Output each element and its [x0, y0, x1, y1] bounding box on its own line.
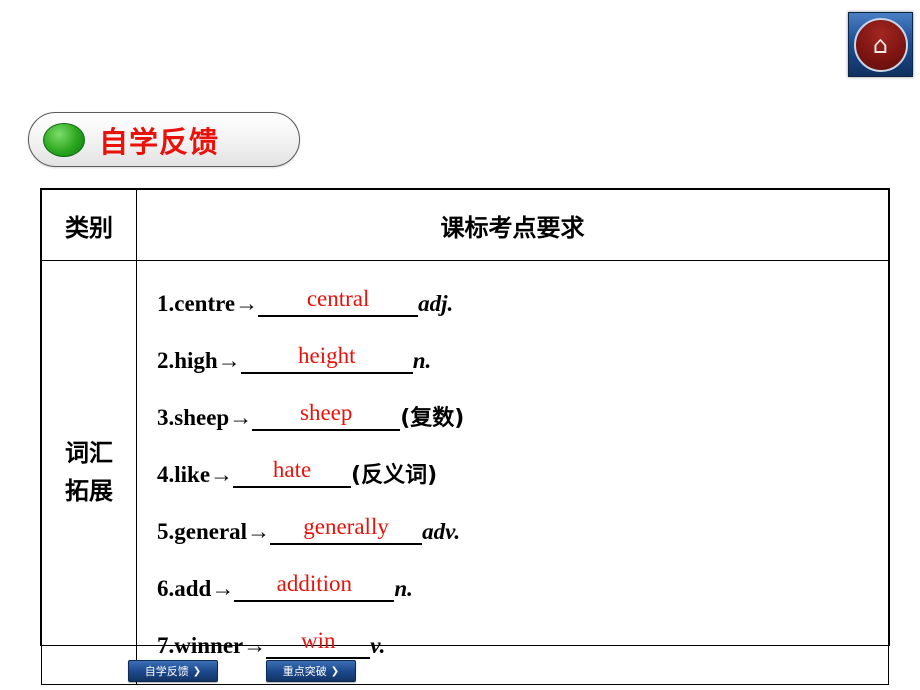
- answer-blank[interactable]: height: [240, 342, 413, 374]
- list-item: 5.general→ generally adv.: [157, 503, 888, 560]
- bottom-navigation: 自学反馈 ❯ 重点突破 ❯: [128, 660, 356, 682]
- item-suffix: (复数): [400, 406, 465, 431]
- home-button-circle: ⌂: [853, 17, 908, 72]
- item-arrow: →: [229, 405, 253, 430]
- item-arrow: →: [211, 576, 235, 601]
- item-suffix: n.: [412, 348, 432, 373]
- item-suffix: adv.: [422, 519, 461, 544]
- header-requirement-label: 课标考点要求: [440, 213, 585, 242]
- header-category-label: 类别: [65, 213, 113, 242]
- category-label-line2: 拓展: [65, 476, 113, 505]
- item-suffix: n.: [394, 576, 413, 601]
- item-arrow: →: [235, 291, 259, 316]
- item-suffix: (反义词): [351, 463, 438, 488]
- home-button[interactable]: ⌂: [848, 12, 913, 77]
- nav-button-self-study-feedback[interactable]: 自学反馈 ❯: [128, 660, 218, 682]
- item-number: 6.: [157, 576, 175, 601]
- answer-blank[interactable]: addition: [234, 570, 395, 602]
- list-item: 2.high→ height n.: [157, 332, 888, 389]
- item-word: add: [174, 576, 212, 601]
- answer-text: sheep: [300, 400, 353, 425]
- list-item: 6.add→ addition n.: [157, 560, 888, 617]
- item-suffix: v.: [370, 633, 386, 658]
- item-arrow: →: [243, 633, 267, 658]
- section-title-text: 自学反馈: [99, 124, 220, 159]
- answer-text: hate: [272, 457, 312, 482]
- table-header-row: 类别 课标考点要求: [41, 189, 889, 261]
- answer-text: addition: [276, 571, 353, 596]
- item-number: 2.: [157, 348, 175, 373]
- answer-blank[interactable]: generally: [270, 513, 423, 545]
- item-number: 7.: [157, 633, 175, 658]
- vocabulary-table: 类别 课标考点要求 词汇 拓展 1.centre→ central adj. 2…: [40, 188, 890, 685]
- answer-blank[interactable]: central: [258, 285, 419, 317]
- nav-button-key-points[interactable]: 重点突破 ❯: [266, 660, 356, 682]
- item-number: 4.: [157, 462, 175, 487]
- list-item: 1.centre→ central adj.: [157, 275, 888, 332]
- section-title-pill: 自学反馈: [28, 112, 300, 167]
- answer-blank[interactable]: win: [266, 627, 371, 659]
- nav-button-label: 自学反馈: [144, 665, 189, 678]
- item-number: 1.: [157, 291, 175, 316]
- header-cell-category: 类别: [41, 189, 137, 261]
- chevron-right-icon: ❯: [330, 665, 340, 677]
- item-word: centre: [174, 291, 236, 316]
- nav-button-label: 重点突破: [282, 665, 327, 678]
- item-word: like: [174, 462, 211, 487]
- answer-blank[interactable]: hate: [233, 456, 352, 488]
- bullet-icon: [43, 122, 85, 157]
- exercises-cell: 1.centre→ central adj. 2.high→ height n. 3.s…: [136, 260, 889, 685]
- item-arrow: →: [217, 348, 241, 373]
- item-suffix: adj.: [418, 291, 454, 316]
- answer-text: central: [306, 286, 370, 311]
- answer-blank[interactable]: sheep: [252, 399, 401, 431]
- list-item: 4.like→ hate (反义词): [157, 446, 888, 503]
- category-label: 词汇 拓展: [42, 435, 136, 509]
- item-word: sheep: [174, 405, 230, 430]
- answer-text: generally: [303, 514, 389, 539]
- category-cell: 词汇 拓展: [41, 260, 137, 685]
- home-icon: ⌂: [872, 30, 889, 59]
- item-arrow: →: [247, 519, 271, 544]
- answer-text: height: [297, 343, 356, 368]
- list-item: 3.sheep→ sheep (复数): [157, 389, 888, 446]
- category-label-line1: 词汇: [65, 439, 113, 468]
- item-word: high: [174, 348, 218, 373]
- item-word: winner: [174, 633, 244, 658]
- answer-text: win: [301, 628, 336, 653]
- item-arrow: →: [210, 462, 234, 487]
- item-number: 3.: [157, 405, 175, 430]
- chevron-right-icon: ❯: [192, 665, 202, 677]
- table-body-row: 词汇 拓展 1.centre→ central adj. 2.high→ height…: [41, 260, 889, 685]
- item-word: general: [174, 519, 248, 544]
- exercise-list: 1.centre→ central adj. 2.high→ height n. 3.s…: [137, 261, 888, 684]
- header-cell-requirement: 课标考点要求: [136, 189, 889, 261]
- item-number: 5.: [157, 519, 175, 544]
